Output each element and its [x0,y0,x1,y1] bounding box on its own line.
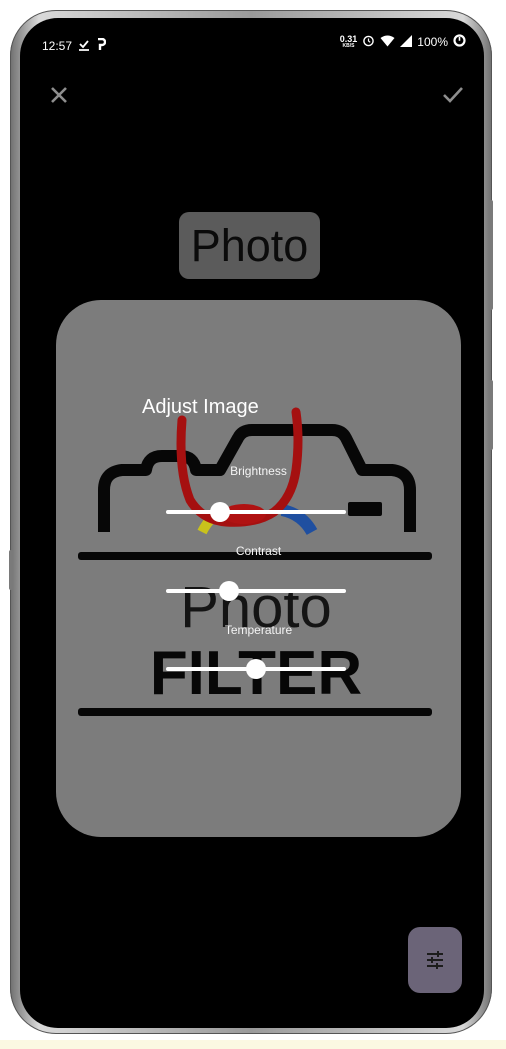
photo-title-chip: Photo [179,212,320,279]
download-done-icon [78,39,90,54]
network-speed-unit: KB/S [342,43,355,49]
slider-track [166,589,346,593]
wifi-icon [380,35,395,50]
tune-icon [423,948,447,977]
signal-icon [400,34,413,50]
adjust-fab-button[interactable] [408,927,462,993]
image-preview: Photo FILTER Adjust Image Brightness Con… [56,300,461,837]
side-button [489,380,493,450]
photo-filter-logo: Photo FILTER [78,407,432,716]
brightness-slider[interactable] [166,502,346,522]
bottom-strip [0,1040,506,1049]
temperature-slider[interactable] [166,659,346,679]
network-speed: 0.31 KB/S [339,34,358,50]
battery-saver-icon [453,34,466,50]
side-button [489,200,493,310]
phone-screen: 12:57 0.31 KB/S 100% Photo Photo Adjust … [20,18,484,1028]
slider-thumb[interactable] [246,659,266,679]
brightness-label: Brightness [230,464,287,478]
status-bar: 12:57 0.31 KB/S 100% [20,18,484,58]
p-app-icon [96,37,107,54]
contrast-slider[interactable] [166,581,346,601]
adjust-image-title: Adjust Image [142,396,259,418]
alarm-icon [362,34,375,50]
slider-thumb[interactable] [219,581,239,601]
contrast-label: Contrast [235,544,282,558]
slider-track [166,510,346,514]
side-button [9,550,13,590]
close-icon[interactable] [46,82,72,108]
battery-level: 100% [417,35,448,49]
check-icon[interactable] [440,82,466,108]
temperature-label: Temperature [224,623,293,637]
status-time: 12:57 [42,39,73,53]
slider-thumb[interactable] [210,502,230,522]
network-speed-value: 0.31 [339,34,358,44]
